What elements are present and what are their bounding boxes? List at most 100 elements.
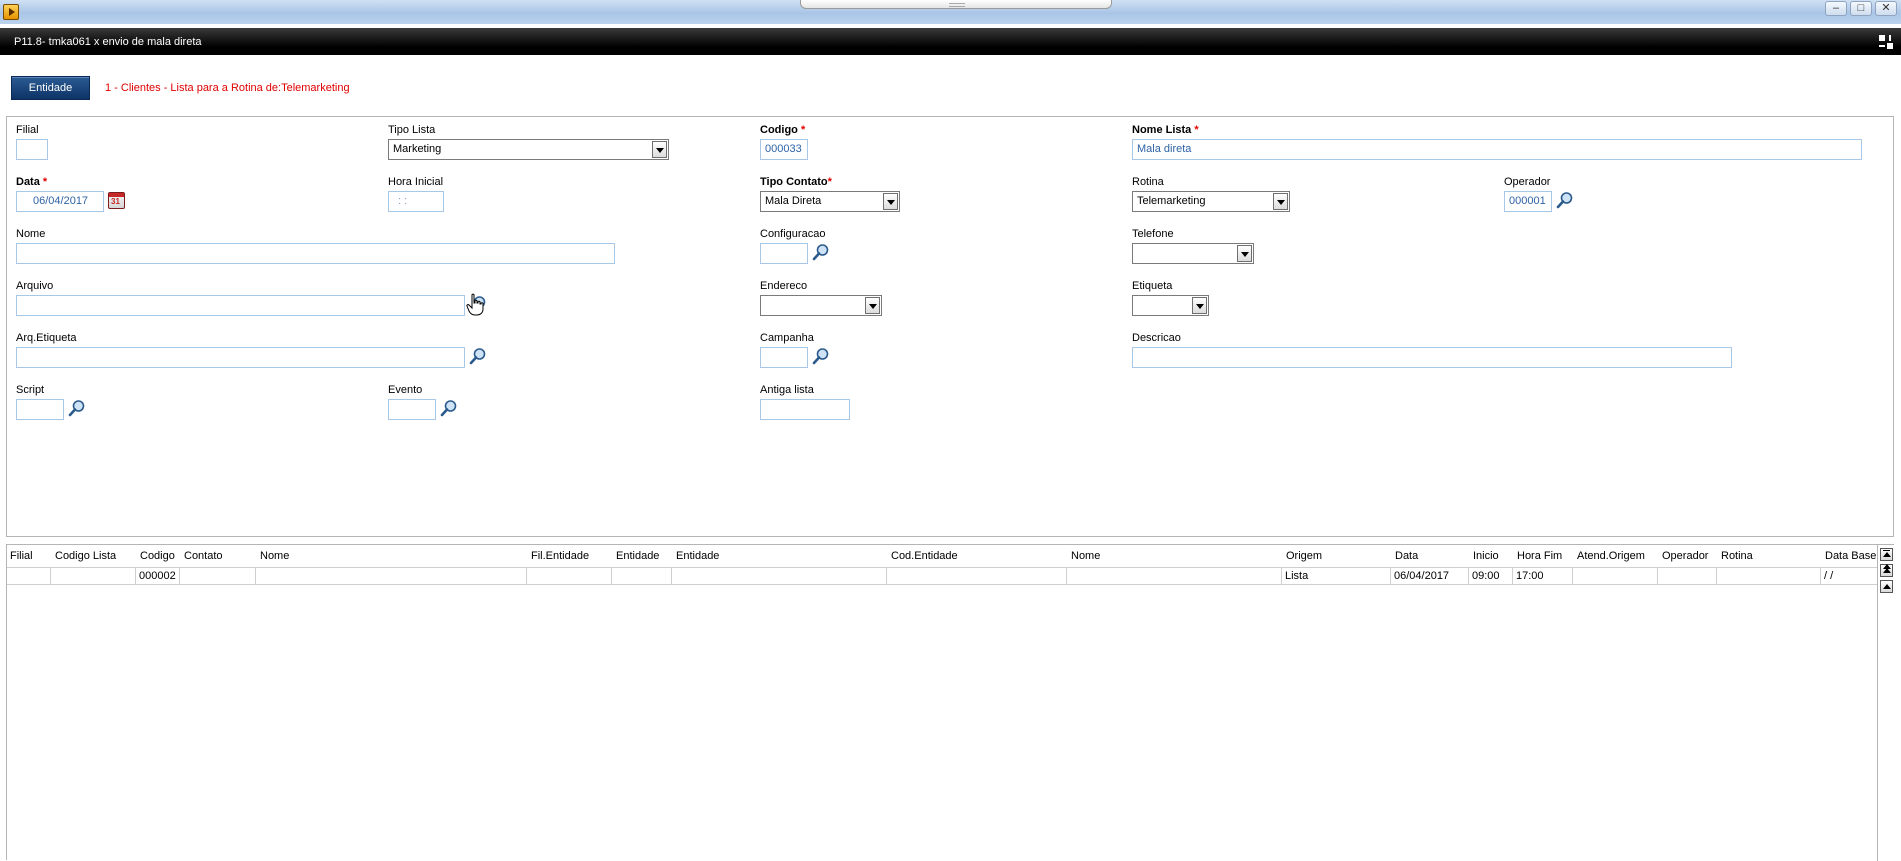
filial-label: Filial bbox=[16, 124, 39, 136]
minimize-icon[interactable]: – bbox=[1825, 1, 1847, 16]
cell-inicio[interactable]: 09:00 bbox=[1468, 568, 1512, 585]
grid-col-nome[interactable]: Nome bbox=[260, 550, 530, 562]
grid-col-filial[interactable]: Filial bbox=[10, 550, 48, 562]
nome-input[interactable] bbox=[16, 243, 615, 264]
required-marker: * bbox=[1194, 124, 1199, 136]
grid-col-cod-entidade[interactable]: Cod.Entidade bbox=[891, 550, 1066, 562]
cell-entidade-desc[interactable] bbox=[671, 568, 886, 585]
cell-filial[interactable] bbox=[7, 568, 50, 585]
search-icon[interactable] bbox=[1556, 191, 1574, 209]
collapse-tab[interactable] bbox=[800, 0, 1112, 9]
script-input[interactable] bbox=[16, 399, 64, 420]
grid-col-origem[interactable]: Origem bbox=[1286, 550, 1386, 562]
operador-input[interactable]: 000001 bbox=[1504, 191, 1552, 212]
required-marker: * bbox=[42, 176, 48, 188]
descricao-label: Descricao bbox=[1132, 332, 1181, 344]
cell-data[interactable]: 06/04/2017 bbox=[1390, 568, 1468, 585]
close-icon[interactable]: ✕ bbox=[1875, 1, 1897, 16]
chevron-down-icon[interactable] bbox=[1273, 193, 1288, 210]
grid-scrollbar[interactable] bbox=[1877, 545, 1894, 861]
cell-rotina[interactable] bbox=[1716, 568, 1820, 585]
evento-input[interactable] bbox=[388, 399, 436, 420]
hora-inicial-input[interactable]: : : bbox=[388, 191, 444, 212]
cell-origem[interactable]: Lista bbox=[1281, 568, 1390, 585]
nome-label: Nome bbox=[16, 228, 46, 240]
etiqueta-label: Etiqueta bbox=[1132, 280, 1173, 292]
evento-label: Evento bbox=[388, 384, 423, 396]
scroll-page-up-icon[interactable] bbox=[1880, 564, 1893, 577]
configuracao-label: Configuracao bbox=[760, 228, 826, 240]
grid-col-data-base[interactable]: Data Base bbox=[1825, 550, 1879, 562]
chevron-down-icon[interactable] bbox=[883, 193, 898, 210]
table-row[interactable]: 000002 Lista 06/04/2017 09:00 17:00 / / bbox=[7, 567, 1879, 585]
cell-data-base[interactable]: / / bbox=[1820, 568, 1879, 585]
descricao-input[interactable] bbox=[1132, 347, 1732, 368]
cell-cod-entidade[interactable] bbox=[886, 568, 1066, 585]
cell-entidade[interactable] bbox=[611, 568, 671, 585]
cell-hora-fim[interactable]: 17:00 bbox=[1512, 568, 1572, 585]
cell-codigo[interactable]: 000002 bbox=[135, 568, 179, 585]
chevron-down-icon[interactable] bbox=[1192, 297, 1207, 314]
calendar-icon[interactable]: 31 bbox=[108, 192, 125, 209]
grid-col-entidade[interactable]: Entidade bbox=[616, 550, 671, 562]
window-title: P11.8- tmka061 x envio de mala direta bbox=[14, 36, 202, 48]
cell-fil-entidade[interactable] bbox=[526, 568, 611, 585]
search-icon[interactable] bbox=[469, 347, 487, 365]
nome-lista-label-text: Nome Lista bbox=[1132, 124, 1192, 136]
chevron-down-icon[interactable] bbox=[865, 297, 880, 314]
search-icon[interactable] bbox=[812, 347, 830, 365]
cell-atend-origem[interactable] bbox=[1572, 568, 1657, 585]
chevron-down-icon[interactable] bbox=[1237, 245, 1252, 262]
telefone-label: Telefone bbox=[1132, 228, 1174, 240]
antiga-lista-input[interactable] bbox=[760, 399, 850, 420]
arq-etiqueta-input[interactable] bbox=[16, 347, 465, 368]
restore-icon[interactable]: □ bbox=[1850, 1, 1872, 16]
arquivo-input[interactable] bbox=[16, 295, 465, 316]
cell-operador[interactable] bbox=[1657, 568, 1716, 585]
grid-col-nome-2[interactable]: Nome bbox=[1071, 550, 1281, 562]
endereco-select[interactable] bbox=[760, 295, 882, 316]
expand-icon[interactable] bbox=[1879, 35, 1893, 49]
grid-col-data[interactable]: Data bbox=[1395, 550, 1465, 562]
grid-col-codigo-lista[interactable]: Codigo Lista bbox=[55, 550, 135, 562]
grid-col-fil-entidade[interactable]: Fil.Entidade bbox=[531, 550, 611, 562]
filial-input[interactable] bbox=[16, 139, 48, 160]
nome-lista-label: Nome Lista * bbox=[1132, 124, 1199, 136]
search-icon[interactable] bbox=[68, 399, 86, 417]
nome-lista-input[interactable]: Mala direta bbox=[1132, 139, 1862, 160]
grid-col-contato[interactable]: Contato bbox=[184, 550, 254, 562]
chevron-down-icon[interactable] bbox=[652, 141, 667, 158]
window-controls: – □ ✕ bbox=[1825, 1, 1897, 16]
telefone-select[interactable] bbox=[1132, 243, 1254, 264]
required-marker: * bbox=[827, 176, 832, 188]
search-icon[interactable] bbox=[812, 243, 830, 261]
script-label: Script bbox=[16, 384, 45, 396]
arquivo-label: Arquivo bbox=[16, 280, 54, 292]
grid-col-hora-fim[interactable]: Hora Fim bbox=[1517, 550, 1567, 562]
tipo-lista-select[interactable]: Marketing bbox=[388, 139, 669, 160]
campanha-label: Campanha bbox=[760, 332, 814, 344]
cell-nome-2[interactable] bbox=[1066, 568, 1281, 585]
grid-col-entidade-desc[interactable]: Entidade bbox=[676, 550, 886, 562]
grid-header: Filial Codigo Lista Codigo Contato Nome … bbox=[7, 545, 1879, 565]
codigo-input[interactable]: 000033 bbox=[760, 139, 808, 160]
grid-col-operador[interactable]: Operador bbox=[1662, 550, 1717, 562]
entidade-button[interactable]: Entidade bbox=[11, 76, 90, 100]
grid-col-atend-origem[interactable]: Atend.Origem bbox=[1577, 550, 1652, 562]
grid-col-rotina[interactable]: Rotina bbox=[1721, 550, 1821, 562]
app-title-bar: P11.8- tmka061 x envio de mala direta bbox=[0, 28, 1901, 55]
cell-nome[interactable] bbox=[255, 568, 526, 585]
scroll-top-icon[interactable] bbox=[1880, 548, 1893, 561]
cell-contato[interactable] bbox=[179, 568, 255, 585]
etiqueta-select[interactable] bbox=[1132, 295, 1209, 316]
rotina-select[interactable]: Telemarketing bbox=[1132, 191, 1290, 212]
tipo-contato-select[interactable]: Mala Direta bbox=[760, 191, 900, 212]
data-input[interactable]: 06/04/2017 bbox=[16, 191, 104, 212]
grid-col-inicio[interactable]: Inicio bbox=[1473, 550, 1513, 562]
scroll-up-icon[interactable] bbox=[1880, 580, 1893, 593]
campanha-input[interactable] bbox=[760, 347, 808, 368]
grid-col-codigo[interactable]: Codigo bbox=[140, 550, 180, 562]
configuracao-input[interactable] bbox=[760, 243, 808, 264]
search-icon[interactable] bbox=[440, 399, 458, 417]
cell-codigo-lista[interactable] bbox=[50, 568, 135, 585]
